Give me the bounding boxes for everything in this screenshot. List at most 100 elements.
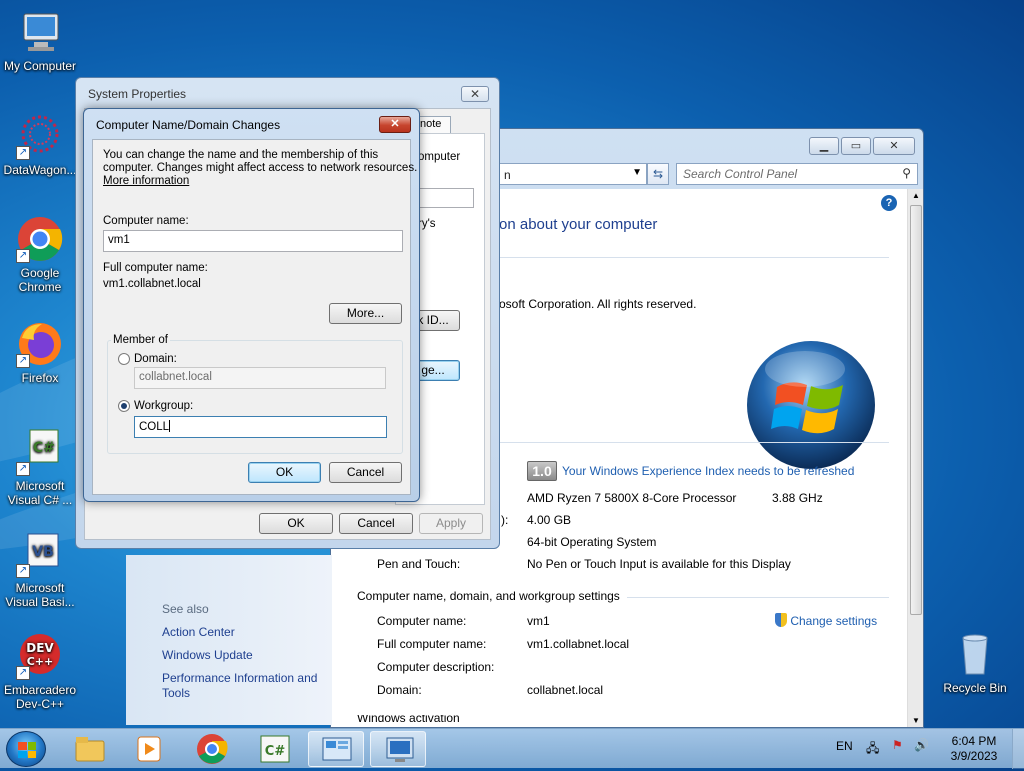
show-desktop-button[interactable]: [1012, 729, 1024, 769]
chevron-down-icon[interactable]: ▼: [632, 167, 642, 178]
copyright-text: osoft Corporation. All rights reserved.: [499, 297, 697, 311]
taskbar-chrome[interactable]: [184, 731, 240, 767]
minimize-button[interactable]: ▁: [809, 137, 839, 155]
desktop-icon-firefox[interactable]: ↗ Firefox: [0, 320, 80, 385]
address-bar[interactable]: n ▼: [499, 163, 647, 185]
fragment-text-2: ry's: [418, 218, 436, 230]
media-player-icon: [137, 736, 161, 762]
desktop-icon-visual-csharp[interactable]: C# ↗ Microsoft Visual C# ...: [0, 428, 80, 507]
window-caption-buttons: ▁ ▭ ✕: [809, 137, 915, 155]
clock-date: 3/9/2023: [950, 749, 998, 763]
folder-icon: [75, 737, 105, 762]
desktop-icon-devcpp[interactable]: DEV C++ ↗ Embarcadero Dev-C++: [0, 632, 80, 711]
workgroup-field[interactable]: COLL: [134, 416, 387, 438]
system-type-value: 64-bit Operating System: [527, 535, 657, 549]
control-panel-icon: [322, 737, 352, 761]
shortcut-arrow-icon: ↗: [16, 564, 30, 578]
desktop-icon-recycle-bin[interactable]: Recycle Bin: [935, 630, 1015, 695]
cancel-button[interactable]: Cancel: [339, 513, 413, 534]
help-icon[interactable]: ?: [881, 195, 897, 211]
scroll-up-icon[interactable]: ▲: [912, 191, 920, 200]
refresh-icon[interactable]: ⇆: [647, 163, 669, 185]
close-button[interactable]: ✕: [461, 86, 489, 102]
scrollbar-thumb[interactable]: [910, 205, 922, 615]
windows-logo: [745, 339, 877, 471]
domain-label: Domain:: [134, 353, 177, 365]
svg-text:C#: C#: [33, 440, 55, 456]
desktop-icon-label: My Computer: [3, 59, 77, 73]
taskbar-control-panel[interactable]: [308, 731, 364, 767]
more-information-link[interactable]: More information: [103, 175, 189, 187]
ram-value: 4.00 GB: [527, 513, 572, 527]
see-also-windows-update[interactable]: Windows Update: [162, 648, 253, 662]
workgroup-label: Workgroup:: [134, 400, 194, 412]
taskbar-visual-csharp[interactable]: C#: [246, 731, 302, 767]
member-of-label: Member of: [111, 334, 170, 346]
desktop-icon-label: Firefox: [21, 371, 59, 385]
desktop-icon-visual-basic[interactable]: VB ↗ Microsoft Visual Basi...: [0, 530, 80, 609]
taskbar-media-player[interactable]: [120, 731, 176, 767]
taskbar-system-properties[interactable]: [370, 731, 426, 767]
action-center-icon[interactable]: ⚑: [892, 738, 903, 752]
workgroup-radio[interactable]: [118, 400, 130, 412]
firefox-icon: ↗: [16, 320, 64, 368]
taskbar-explorer[interactable]: [62, 731, 118, 767]
see-also-performance[interactable]: Performance Information and Tools: [162, 671, 332, 701]
maximize-button[interactable]: ▭: [841, 137, 871, 155]
processor-speed: 3.88 GHz: [772, 491, 823, 505]
start-button[interactable]: [6, 731, 46, 767]
desktop-icon-label: DataWagon...: [3, 163, 77, 177]
vertical-scrollbar[interactable]: ▲ ▼: [907, 189, 923, 727]
vb-icon: VB ↗: [16, 530, 64, 578]
desktop-icon-label: Microsoft Visual C# ...: [7, 479, 73, 507]
computer-name-value: vm1: [527, 614, 550, 628]
computer-name-label: Computer name:: [377, 614, 467, 628]
cancel-button[interactable]: Cancel: [329, 462, 402, 483]
svg-text:C++: C++: [27, 655, 54, 668]
volume-icon[interactable]: 🔊: [914, 738, 929, 752]
see-also-action-center[interactable]: Action Center: [162, 625, 235, 639]
windows-flag-icon: [18, 742, 36, 758]
desktop-icon-my-computer[interactable]: My Computer: [0, 8, 80, 73]
apply-button[interactable]: Apply: [419, 513, 483, 534]
computer-name-field[interactable]: vm1: [103, 230, 403, 252]
desktop-icon-chrome[interactable]: ↗ Google Chrome: [0, 215, 80, 294]
ok-button[interactable]: OK: [259, 513, 333, 534]
fragment-text-1: omputer: [418, 151, 461, 163]
address-text: n: [504, 168, 511, 182]
domain-field[interactable]: collabnet.local: [134, 367, 386, 389]
clock[interactable]: 6:04 PM 3/9/2023: [950, 734, 998, 764]
scroll-down-icon[interactable]: ▼: [912, 716, 920, 725]
shield-icon: [775, 613, 787, 627]
desktop-icon-datawagon[interactable]: ↗ DataWagon...: [0, 112, 80, 177]
more-button[interactable]: More...: [329, 303, 402, 324]
domain-value: collabnet.local: [527, 683, 604, 697]
change-settings-link[interactable]: Change settings: [775, 613, 877, 628]
fragment-field[interactable]: [418, 188, 474, 208]
language-indicator[interactable]: EN: [836, 739, 853, 753]
intro-text-line2: computer. Changes might affect access to…: [103, 162, 418, 174]
clock-time: 6:04 PM: [951, 734, 997, 748]
close-button[interactable]: ✕: [873, 137, 915, 155]
cut-off-section: Windows activation: [357, 715, 460, 725]
close-button[interactable]: ✕: [379, 116, 411, 133]
dialog-title: Computer Name/Domain Changes: [96, 118, 281, 132]
recycle-bin-icon: [951, 630, 999, 678]
search-input[interactable]: Search Control Panel ⚲: [676, 163, 918, 185]
search-placeholder: Search Control Panel: [683, 167, 798, 181]
section-header: Computer name, domain, and workgroup set…: [357, 589, 620, 603]
svg-text:DEV: DEV: [26, 641, 54, 655]
computer-icon: [16, 8, 64, 56]
full-computer-name-value: vm1.collabnet.local: [103, 278, 201, 290]
desktop-icon-label: Google Chrome: [18, 266, 62, 294]
search-icon[interactable]: ⚲: [902, 166, 911, 180]
tab-remote[interactable]: note: [417, 116, 451, 133]
network-icon[interactable]: 🖧: [866, 739, 879, 760]
ram-label: ):: [501, 513, 509, 527]
csharp-icon: C#: [260, 735, 290, 763]
ok-button[interactable]: OK: [248, 462, 321, 483]
full-name-label: Full computer name:: [377, 637, 487, 651]
domain-radio[interactable]: [118, 353, 130, 365]
computer-name-dialog: Computer Name/Domain Changes ✕ You can c…: [83, 108, 420, 502]
wei-link[interactable]: Your Windows Experience Index needs to b…: [562, 464, 854, 478]
